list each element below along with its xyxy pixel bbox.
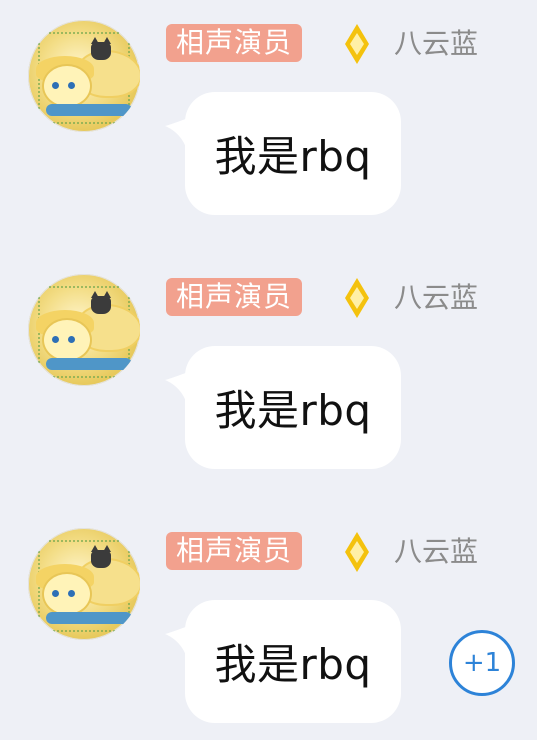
user-avatar[interactable] [28, 274, 140, 386]
avatar-cat [91, 37, 111, 60]
user-avatar[interactable] [28, 20, 140, 132]
avatar-blanket [46, 358, 132, 370]
avatar-eye [68, 590, 75, 597]
plus-one-button[interactable]: +1 [449, 630, 515, 696]
avatar-eye [52, 82, 59, 89]
username[interactable]: 八云蓝 [394, 276, 478, 320]
avatar-face [42, 64, 92, 108]
username[interactable]: 八云蓝 [394, 530, 478, 574]
avatar-cat [91, 545, 111, 568]
avatar-blanket [46, 104, 132, 116]
user-avatar[interactable] [28, 528, 140, 640]
avatar-face [42, 318, 92, 362]
message-bubble[interactable]: 我是rbq [185, 92, 401, 215]
yellow-diamond-icon [345, 278, 369, 318]
message-text: 我是rbq [214, 132, 372, 181]
avatar-cat [91, 291, 111, 314]
avatar-face [42, 572, 92, 616]
message-bubble[interactable]: 我是rbq [185, 600, 401, 723]
chat-message: 相声演员 八云蓝 我是rbq [0, 254, 537, 474]
user-title-badge: 相声演员 [166, 278, 303, 316]
avatar-blanket [46, 612, 132, 624]
message-bubble[interactable]: 我是rbq [185, 346, 401, 469]
username[interactable]: 八云蓝 [394, 22, 478, 66]
user-title-badge: 相声演员 [166, 24, 303, 62]
message-text: 我是rbq [214, 640, 372, 689]
yellow-diamond-icon [345, 532, 369, 572]
avatar-eye [68, 82, 75, 89]
message-text: 我是rbq [214, 386, 372, 435]
chat-message: 相声演员 八云蓝 我是rbq [0, 0, 537, 220]
avatar-eye [68, 336, 75, 343]
chat-message: 相声演员 八云蓝 我是rbq [0, 508, 537, 728]
avatar-eye [52, 590, 59, 597]
user-title-badge: 相声演员 [166, 532, 303, 570]
avatar-eye [52, 336, 59, 343]
yellow-diamond-icon [345, 24, 369, 64]
